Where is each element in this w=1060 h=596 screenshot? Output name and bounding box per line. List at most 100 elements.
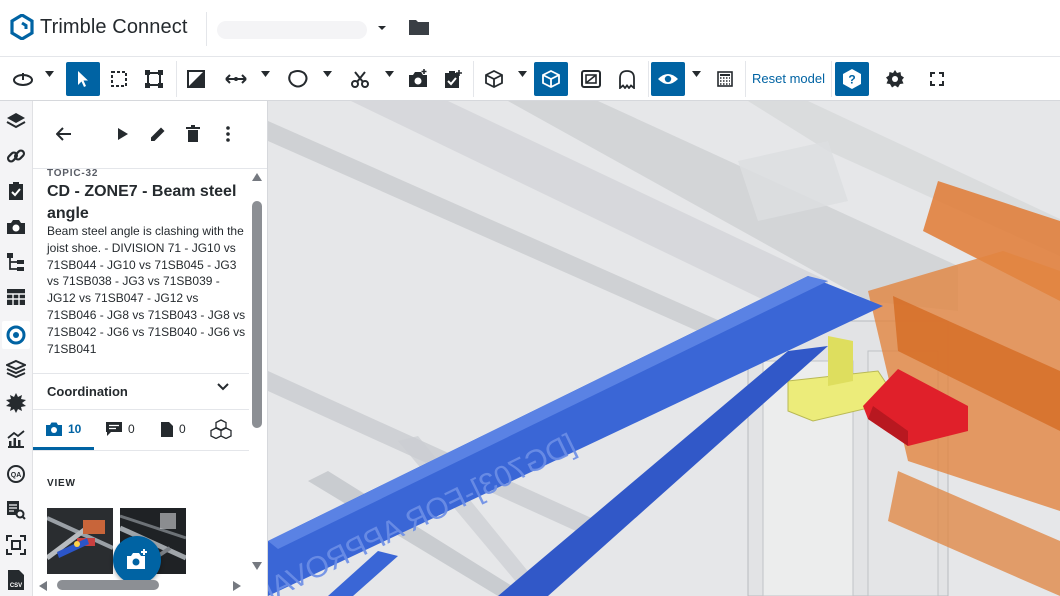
category-label: Coordination <box>47 384 128 399</box>
stack-icon <box>6 359 26 379</box>
comment-icon <box>106 422 122 436</box>
views-icon <box>485 69 503 89</box>
cut-caret-icon[interactable] <box>385 71 394 77</box>
measure-icon <box>225 74 247 84</box>
tab-documents[interactable]: 0 <box>160 418 186 440</box>
nav-topics[interactable] <box>2 321 30 349</box>
clip-plane-button[interactable] <box>179 62 213 96</box>
nav-layers[interactable] <box>4 109 28 133</box>
cut-icon <box>351 71 369 88</box>
fit-button[interactable] <box>137 62 171 96</box>
tab-comments[interactable]: 0 <box>105 418 135 440</box>
nav-csv[interactable]: CSV <box>4 568 28 592</box>
views-caret-icon[interactable] <box>518 71 527 77</box>
texture-button[interactable] <box>708 62 742 96</box>
project-selector[interactable] <box>206 12 393 46</box>
views-count: 10 <box>68 422 82 436</box>
view-section-label: VIEW <box>47 478 76 489</box>
todo-icon <box>9 182 23 200</box>
measure-button[interactable] <box>219 62 253 96</box>
more-vertical-icon <box>226 126 230 142</box>
add-todo-button[interactable] <box>436 62 470 96</box>
orbit-button[interactable] <box>6 62 40 96</box>
cut-button[interactable] <box>343 62 377 96</box>
nav-hierarchy[interactable] <box>4 250 28 274</box>
markup-caret-icon[interactable] <box>323 71 332 77</box>
project-name-redacted <box>217 21 367 39</box>
select-button[interactable] <box>66 62 100 96</box>
tab-views[interactable]: 10 <box>45 418 81 440</box>
topic-id: TOPIC-32 <box>47 168 99 179</box>
edit-button[interactable] <box>147 123 169 145</box>
views-button[interactable] <box>477 62 511 96</box>
fullscreen-icon <box>930 72 944 86</box>
delete-button[interactable] <box>182 123 204 145</box>
topic-detail-panel: TOPIC-32 CD - ZONE7 - Beam steel angle B… <box>33 101 268 596</box>
vertical-scrollbar[interactable] <box>252 201 262 428</box>
nav-dashboard[interactable] <box>4 427 28 451</box>
reset-model-button[interactable]: Reset model <box>752 71 825 86</box>
add-view-button[interactable] <box>113 536 161 584</box>
comments-count: 0 <box>128 422 135 436</box>
help-icon: ? <box>843 69 861 89</box>
model-icon <box>210 419 232 439</box>
chevron-down-icon <box>217 383 229 391</box>
qa-icon: QA <box>7 465 25 483</box>
svg-text:QA: QA <box>11 472 22 479</box>
3d-viewport[interactable]: [DG703]-FOR APPROVAL <box>268 101 1060 596</box>
svg-text:CSV: CSV <box>10 583 22 589</box>
nav-stack[interactable] <box>4 357 28 381</box>
trimble-connect-logo[interactable]: Trimble Connect <box>10 14 187 40</box>
svg-text:?: ? <box>848 73 855 87</box>
markup-button[interactable] <box>281 62 315 96</box>
panel-header <box>33 101 267 169</box>
play-button[interactable] <box>112 123 134 145</box>
more-options-button[interactable] <box>217 123 239 145</box>
help-button[interactable]: ? <box>835 62 869 96</box>
viewer-toolbar: Reset model ? <box>0 57 1060 101</box>
nav-views[interactable] <box>4 215 28 239</box>
topics-icon <box>6 325 26 345</box>
horizontal-scrollbar[interactable] <box>57 580 159 590</box>
fullscreen-button[interactable] <box>920 62 954 96</box>
nav-clash[interactable] <box>4 391 28 415</box>
tab-models[interactable] <box>210 418 232 440</box>
view-thumbnail[interactable] <box>47 508 113 574</box>
scroll-down-icon[interactable] <box>252 562 262 570</box>
topic-title: CD - ZONE7 - Beam steel angle <box>47 183 237 222</box>
folder-button[interactable] <box>408 18 430 41</box>
scroll-right-icon[interactable] <box>233 581 241 591</box>
nav-todos[interactable] <box>4 179 28 203</box>
section-box-icon <box>581 70 601 88</box>
active-tab-indicator <box>33 447 94 450</box>
measure-caret-icon[interactable] <box>261 71 270 77</box>
csv-icon: CSV <box>8 570 24 590</box>
3d-view-button[interactable] <box>534 62 568 96</box>
clash-icon <box>6 393 26 413</box>
layers-icon <box>6 113 26 129</box>
nav-qa[interactable]: QA <box>4 462 28 486</box>
settings-button[interactable] <box>878 62 912 96</box>
visibility-caret-icon[interactable] <box>692 71 701 77</box>
markup-icon <box>288 70 308 88</box>
back-button[interactable] <box>53 123 75 145</box>
section-box-button[interactable] <box>574 62 608 96</box>
add-todo-icon <box>445 70 462 88</box>
nav-scan[interactable] <box>4 533 28 557</box>
document-icon <box>161 421 173 437</box>
ghost-button[interactable] <box>610 62 644 96</box>
snapshot-button[interactable] <box>401 62 435 96</box>
3d-view-icon <box>542 69 560 89</box>
fit-icon <box>145 70 163 88</box>
visibility-button[interactable] <box>651 62 685 96</box>
scan-icon <box>6 535 26 555</box>
nav-search-data[interactable] <box>4 498 28 522</box>
scroll-left-icon[interactable] <box>39 581 47 591</box>
scroll-up-icon[interactable] <box>252 173 262 181</box>
nav-table[interactable] <box>4 285 28 309</box>
nav-links[interactable] <box>4 144 28 168</box>
orbit-caret-icon[interactable] <box>45 71 54 77</box>
box-select-button[interactable] <box>102 62 136 96</box>
topic-category-dropdown[interactable]: Coordination <box>33 373 249 410</box>
chart-icon <box>7 430 25 448</box>
